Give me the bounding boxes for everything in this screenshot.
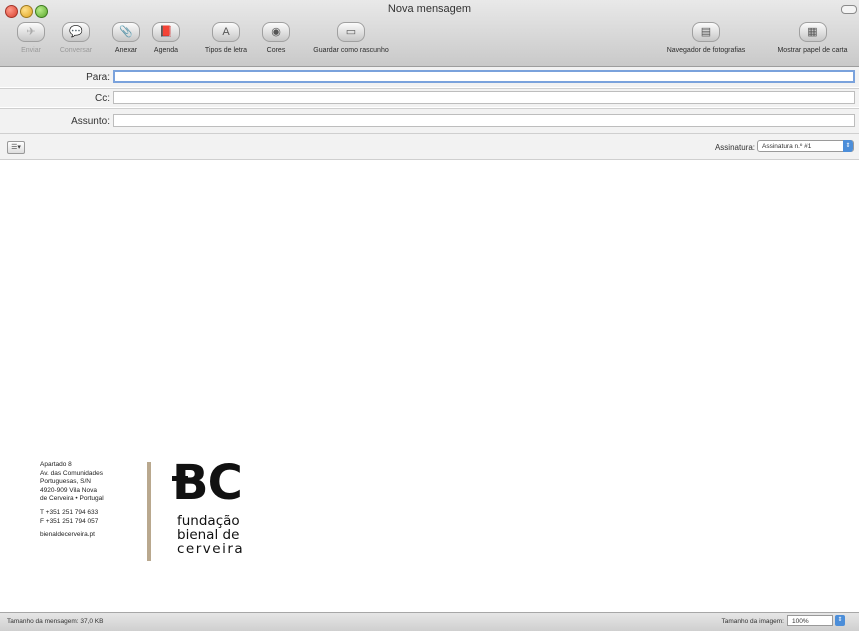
image-size-label: Tamanho da imagem: (721, 618, 784, 625)
colors-label: Cores (266, 47, 286, 54)
attach-label: Anexar (114, 47, 138, 54)
foundation-logo-letters: BC (172, 455, 243, 511)
font-icon: A (212, 22, 240, 42)
fonts-button[interactable]: A Tipos de letra (195, 22, 257, 62)
send-icon: ✈ (17, 22, 45, 42)
subject-label: Assunto: (71, 116, 110, 127)
address-line: Apartado 8 (40, 461, 72, 468)
logo-strike-mark (172, 476, 188, 481)
chat-button[interactable]: 💬 Conversar (54, 22, 98, 62)
address-line: 4920-909 Vila Nova (40, 486, 97, 494)
address-line: de Cerveira • Portugal (40, 495, 104, 503)
signature-divider-bar (147, 462, 151, 561)
message-size-text: Tamanho da mensagem: 37,0 KB (7, 618, 104, 625)
cc-row: Cc: (0, 89, 859, 107)
photo-browser-button[interactable]: ▤ Navegador de fotografias (648, 22, 764, 62)
logo-line: fundação (177, 513, 240, 529)
address-line: Av. das Comunidades (40, 469, 103, 477)
save-draft-button[interactable]: ▭ Guardar como rascunho (299, 22, 403, 62)
signature-address: Apartado 8 Av. das Comunidades Portugues… (40, 461, 104, 540)
save-draft-label: Guardar como rascunho (313, 47, 389, 54)
to-field[interactable] (113, 70, 855, 83)
header-options-button[interactable]: ☰▾ (7, 141, 25, 154)
photo-browser-label: Navegador de fotografias (666, 47, 746, 54)
stationery-icon: ▦ (798, 22, 827, 42)
status-bar: Tamanho da mensagem: 37,0 KB Tamanho da … (0, 612, 859, 631)
address-line: Portuguesas, S/N (40, 478, 91, 486)
chat-icon: 💬 (62, 22, 90, 42)
to-row: Para: (0, 67, 859, 87)
color-wheel-icon: ◉ (262, 22, 290, 42)
address-book-button[interactable]: 📕 Agenda (149, 22, 183, 62)
to-label: Para: (86, 72, 110, 83)
window-toolbar: Nova mensagem ✈ Enviar 💬 Conversar 📎 Ane… (0, 0, 859, 67)
toolbar-toggle-button[interactable] (841, 5, 857, 14)
colors-button[interactable]: ◉ Cores (261, 22, 291, 62)
photo-browser-icon: ▤ (692, 22, 720, 42)
paperclip-icon: 📎 (112, 22, 140, 42)
subject-field[interactable] (113, 114, 855, 127)
subject-row: Assunto: (0, 109, 859, 133)
window-title: Nova mensagem (387, 3, 472, 15)
address-book-icon: 📕 (152, 22, 180, 42)
chevron-updown-icon: ⇕ (843, 140, 853, 152)
cc-field[interactable] (113, 91, 855, 104)
logo-line: bienal de (177, 527, 240, 543)
phone-line: T +351 251 794 633 (40, 508, 99, 516)
logo-line: cerveira (177, 541, 245, 557)
stationery-button[interactable]: ▦ Mostrar papel de carta (766, 22, 859, 62)
send-label: Enviar (21, 47, 41, 54)
message-body[interactable] (0, 160, 859, 612)
chat-label: Conversar (59, 47, 93, 54)
signature-label: Assinatura: (714, 143, 755, 152)
image-size-select[interactable]: 100% (787, 615, 833, 626)
fonts-label: Tipos de letra (204, 47, 248, 54)
cc-label: Cc: (95, 93, 110, 104)
attach-button[interactable]: 📎 Anexar (106, 22, 146, 62)
signature-select-value: Assinatura n.º #1 (762, 143, 812, 150)
website-link[interactable]: bienaldecerveira.pt (40, 531, 104, 540)
address-book-label: Agenda (153, 47, 179, 54)
signature-select[interactable]: Assinatura n.º #1 ⇕ (757, 140, 854, 152)
draft-icon: ▭ (337, 22, 365, 42)
chevron-updown-icon[interactable]: ⇕ (835, 615, 845, 626)
foundation-logo-wordmark: fundação bienal de cerveira (177, 514, 244, 556)
fax-line: F +351 251 794 057 (40, 517, 99, 525)
stationery-label: Mostrar papel de carta (777, 47, 848, 54)
send-button[interactable]: ✈ Enviar (16, 22, 46, 62)
